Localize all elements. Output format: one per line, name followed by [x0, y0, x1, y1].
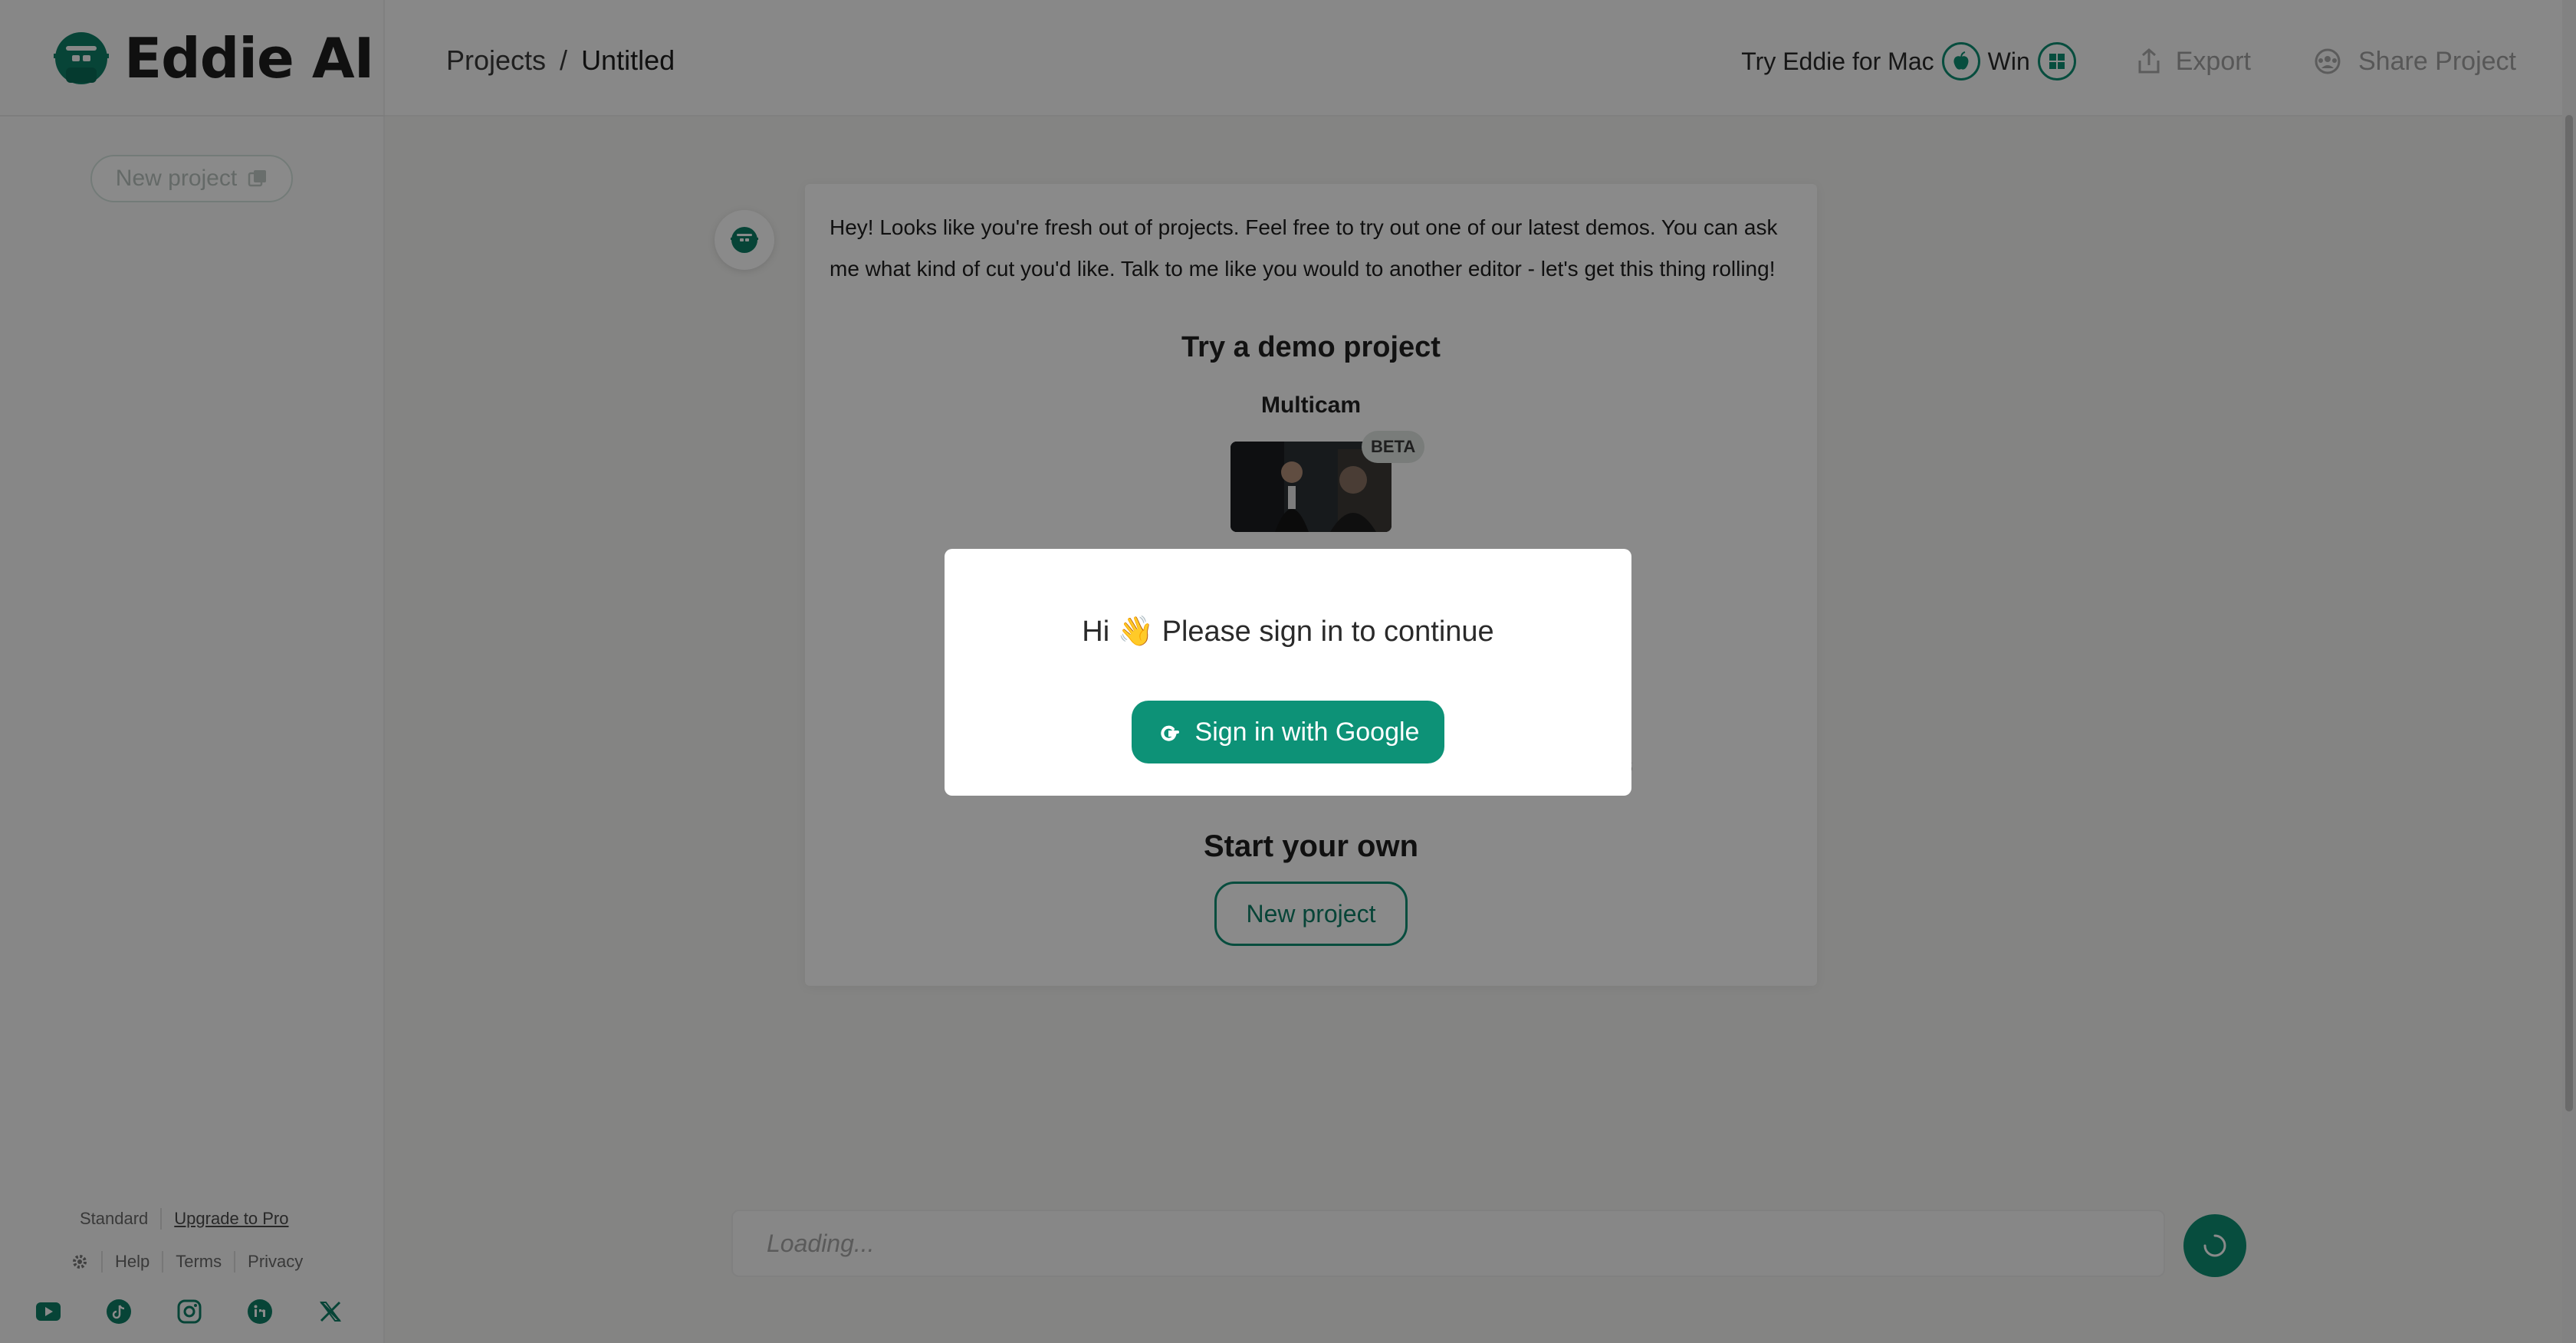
google-sign-in-button[interactable]: Sign in with Google: [1132, 701, 1444, 763]
google-icon: [1160, 725, 1179, 741]
sign-in-modal: Hi 👋 Please sign in to continue Sign in …: [945, 549, 1631, 796]
google-sign-in-label: Sign in with Google: [1194, 717, 1420, 747]
modal-greeting: Hi 👋 Please sign in to continue: [1082, 616, 1494, 648]
